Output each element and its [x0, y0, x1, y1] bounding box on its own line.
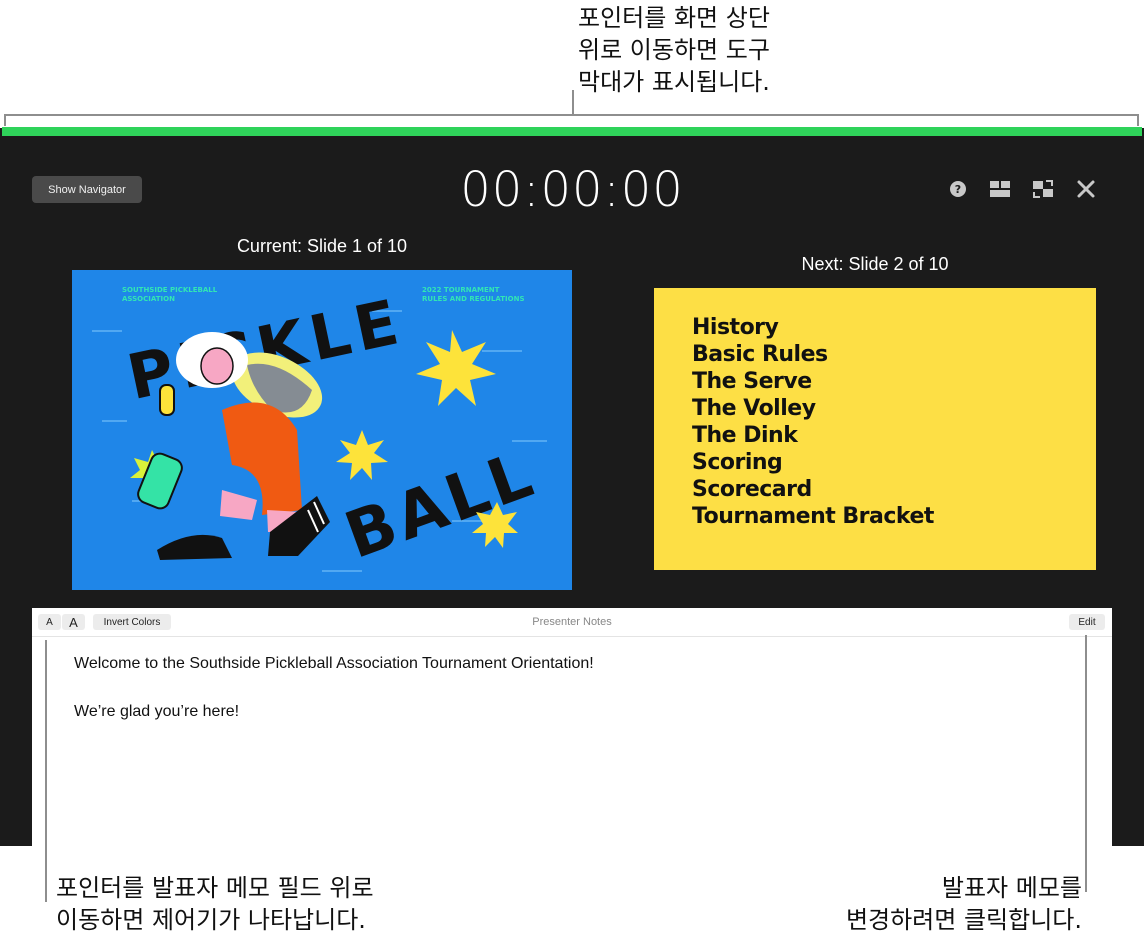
presenter-notes-text[interactable]: Welcome to the Southside Pickleball Asso…: [74, 652, 1074, 748]
agenda-item: Scorecard: [692, 477, 812, 502]
layout-icon[interactable]: [987, 176, 1013, 202]
agenda-item: Tournament Bracket: [692, 504, 934, 529]
presentation-timer: 00:00:00: [460, 162, 684, 218]
close-icon[interactable]: [1073, 176, 1099, 202]
pickleball-title-artwork: SOUTHSIDE PICKLEBALL ASSOCIATION 2022 TO…: [72, 270, 572, 590]
agenda-item: Scoring: [692, 450, 783, 475]
svg-text:?: ?: [955, 183, 961, 196]
next-slide-agenda: History Basic Rules The Serve The Volley…: [692, 314, 934, 530]
slide-event-line-1: 2022 TOURNAMENT: [422, 286, 500, 294]
callout-notes-controls: 포인터를 발표자 메모 필드 위로 이동하면 제어기가 나타납니다.: [56, 874, 374, 934]
swap-displays-icon[interactable]: [1030, 176, 1056, 202]
callout-bracket-horizontal: [4, 114, 1139, 116]
slide-org-line-1: SOUTHSIDE PICKLEBALL: [122, 286, 218, 294]
callout-bracket-right: [1137, 114, 1139, 126]
agenda-item: The Dink: [692, 423, 798, 448]
presenter-notes-title: Presenter Notes: [532, 616, 612, 628]
edit-notes-button[interactable]: Edit: [1069, 614, 1105, 630]
callout-line-bottom-right: [1085, 635, 1087, 892]
notes-paragraph: We’re glad you’re here!: [74, 703, 240, 720]
next-slide-preview: History Basic Rules The Serve The Volley…: [654, 288, 1096, 570]
agenda-item: Basic Rules: [692, 342, 828, 367]
toolbar-reveal-highlight: [2, 127, 1142, 136]
callout-edit-notes: 발표자 메모를 변경하려면 클릭합니다.: [845, 874, 1082, 934]
callout-line-bottom-left: [45, 640, 47, 902]
next-slide-label: Next: Slide 2 of 10: [801, 254, 949, 274]
callout-line-top-vertical: [572, 90, 574, 115]
slide-event-line-2: RULES AND REGULATIONS: [422, 295, 524, 303]
notes-paragraph: Welcome to the Southside Pickleball Asso…: [74, 655, 594, 672]
presenter-notes-panel[interactable]: A A Invert Colors Presenter Notes Edit W…: [32, 608, 1112, 846]
current-slide-preview: SOUTHSIDE PICKLEBALL ASSOCIATION 2022 TO…: [72, 270, 572, 590]
current-slide-label: Current: Slide 1 of 10: [236, 236, 408, 256]
presenter-notes-toolbar: A A Invert Colors Presenter Notes Edit: [32, 608, 1112, 637]
slide-org-line-2: ASSOCIATION: [122, 295, 175, 303]
agenda-item: The Volley: [692, 396, 816, 421]
callout-bracket-left: [4, 114, 6, 126]
agenda-item: History: [692, 315, 779, 340]
callout-toolbar: 포인터를 화면 상단 위로 이동하면 도구 막대가 표시됩니다.: [578, 4, 770, 96]
help-icon[interactable]: ?: [945, 176, 971, 202]
agenda-item: The Serve: [692, 369, 812, 394]
presenter-display: Show Navigator 00:00:00 ? Current: Slide…: [0, 128, 1144, 846]
